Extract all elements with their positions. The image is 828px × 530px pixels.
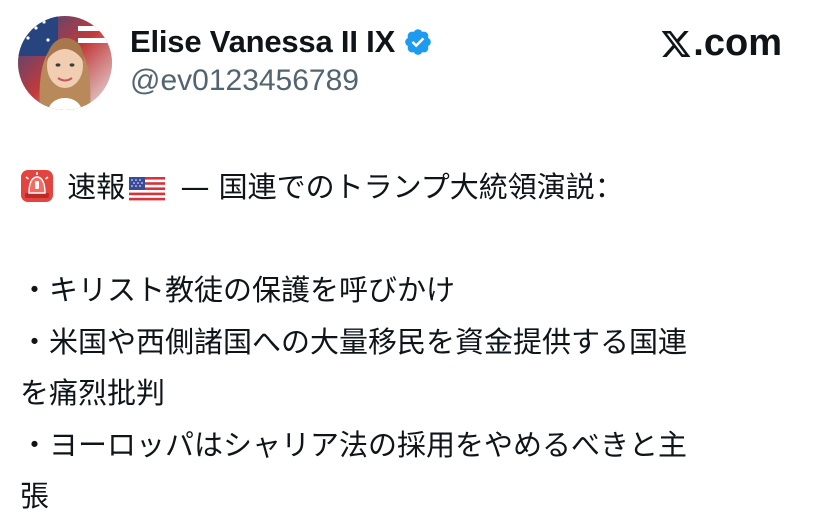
bullet-line-continuation: 張 xyxy=(20,479,50,513)
police-light-icon xyxy=(20,168,54,220)
bullet-line-continuation: を痛烈批判 xyxy=(20,376,166,410)
tweet-headline: 速報 — 国連でのトランプ大統領演説： xyxy=(20,162,810,214)
bullet-line: ・ヨーロッパはシャリア法の採用をやめるべきと主 xyxy=(20,427,688,462)
author-handle[interactable]: @ev0123456789 xyxy=(130,64,433,98)
us-flag-icon xyxy=(129,166,166,218)
headline-prefix: 速報 xyxy=(67,170,126,204)
name-row: Elise Vanessa II IX xyxy=(130,20,433,64)
author-header: Elise Vanessa II IX @ev0123456789 xyxy=(130,20,433,98)
brand-domain: .com xyxy=(693,22,782,64)
author-name[interactable]: Elise Vanessa II IX xyxy=(130,24,395,60)
bullet-line: ・キリスト教徒の保護を呼びかけ xyxy=(20,273,456,307)
tweet-card: Elise Vanessa II IX @ev0123456789 .com 速… xyxy=(0,0,828,530)
bullet-line: ・米国や西側諸国への大量移民を資金提供する国連 xyxy=(20,324,688,359)
headline-text: — 国連でのトランプ大統領演説： xyxy=(171,170,624,204)
x-logo-icon xyxy=(661,30,691,57)
author-avatar[interactable] xyxy=(18,16,112,110)
brand-link[interactable]: .com xyxy=(660,22,782,65)
verified-badge-icon xyxy=(403,27,433,57)
avatar-image xyxy=(18,16,112,110)
tweet-body: 速報 — 国連でのトランプ大統領演説： ・キリスト教徒の保護を呼びかけ ・米国や… xyxy=(20,162,810,523)
